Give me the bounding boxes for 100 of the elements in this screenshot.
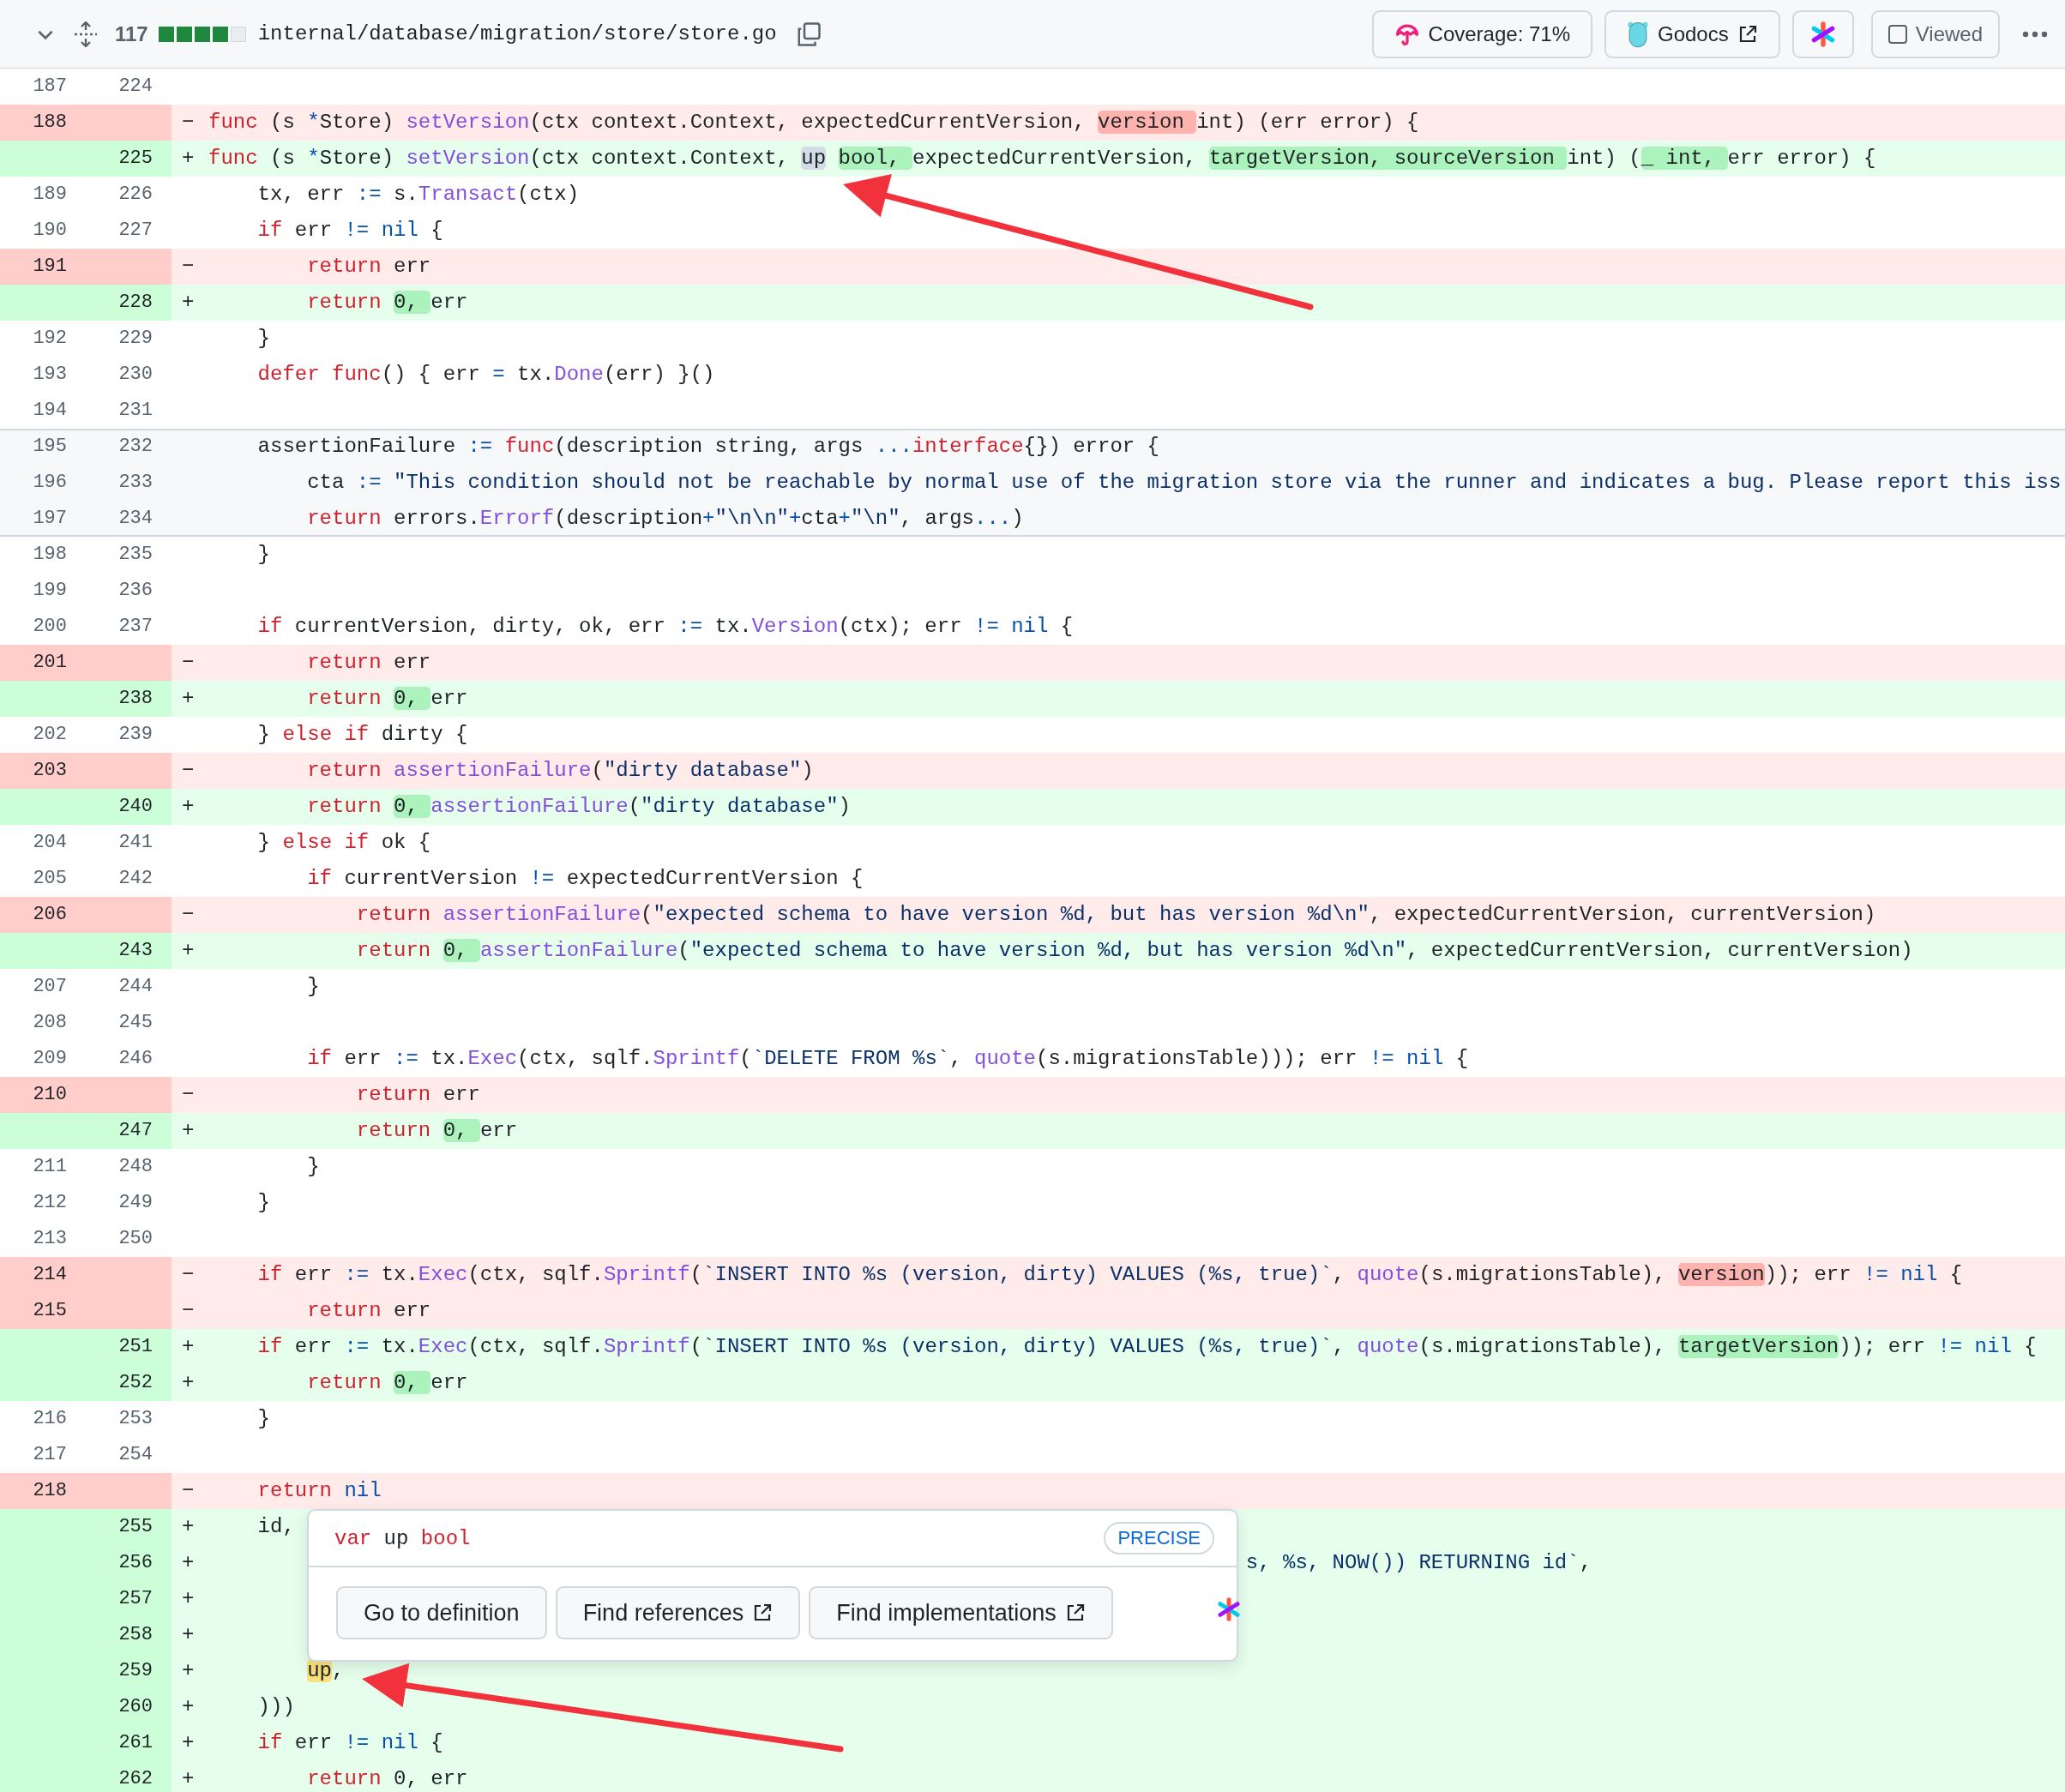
- code-line: func (s *Store) setVersion(ctx context.Context, up bool, expectedCurrentVersion, targetVersion, sourceVersion int) (_ int, err error) {: [208, 146, 1876, 171]
- code-line: return errors.Errorf(description+"\n\n"+cta+"\n", args...): [306, 506, 1024, 532]
- line-number: 210: [32, 1083, 68, 1107]
- line-number: 239: [117, 723, 154, 747]
- line-number: 256: [117, 1551, 154, 1575]
- code-line: if err := tx.Exec(ctx, sqlf.Sprintf(`DELETE FROM %s`, quote(s.migrationsTable))); err != nil {: [306, 1046, 1469, 1072]
- line-number: 208: [32, 1011, 68, 1035]
- diff-sign: −: [181, 902, 196, 928]
- diff-sign: −: [181, 110, 196, 135]
- line-number: 187: [32, 75, 68, 99]
- code-line: }: [306, 1154, 320, 1180]
- diff-sign: +: [181, 938, 196, 964]
- line-number: 228: [117, 291, 154, 315]
- viewed-checkbox[interactable]: [1887, 24, 1907, 44]
- line-number: 250: [117, 1227, 154, 1251]
- diff-sign: +: [181, 146, 196, 171]
- code-line: return 0, err: [306, 290, 468, 316]
- line-number: 191: [32, 255, 68, 279]
- line-number: 231: [117, 399, 154, 423]
- diff-sign: +: [181, 1730, 196, 1756]
- godocs-button[interactable]: Godocs: [1604, 9, 1780, 58]
- code-line: }: [256, 1190, 270, 1216]
- diff-sign: +: [181, 1514, 196, 1540]
- action-button[interactable]: Find implementations: [809, 1586, 1113, 1639]
- line-number: 217: [32, 1443, 68, 1467]
- line-number: 212: [32, 1191, 68, 1215]
- code-line: cta := "This condition should not be reachable by normal use of the migration store via the runner and indicates a bug. Please report this iss: [306, 470, 2062, 496]
- line-number: 230: [117, 363, 154, 387]
- line-number: 260: [117, 1695, 154, 1719]
- line-number: 237: [117, 615, 154, 639]
- diff-sign: +: [181, 794, 196, 820]
- precision-badge: PRECISE: [1104, 1522, 1214, 1554]
- line-number: 251: [117, 1335, 154, 1359]
- line-number: 215: [32, 1299, 68, 1323]
- gopher-icon: [1627, 20, 1649, 48]
- coverage-button[interactable]: Coverage: 71%: [1371, 9, 1592, 58]
- line-number: 207: [32, 975, 68, 999]
- diff-sign: −: [181, 254, 196, 280]
- line-number: 225: [117, 147, 154, 171]
- code-line: } else if ok {: [256, 830, 431, 856]
- line-number: 241: [117, 831, 154, 855]
- line-number: 189: [32, 183, 68, 207]
- line-number: 234: [117, 507, 154, 531]
- code-line: }: [256, 542, 270, 568]
- code-line: }: [306, 974, 320, 1000]
- more-icon[interactable]: [2022, 30, 2048, 38]
- line-number: 188: [32, 111, 68, 135]
- viewed-toggle[interactable]: Viewed: [1870, 9, 2000, 58]
- code-line: return err: [355, 1082, 480, 1108]
- line-number: 196: [32, 471, 68, 495]
- code-line: return err: [306, 1298, 431, 1324]
- code-line: return err: [306, 650, 431, 676]
- diff-sign: +: [181, 1694, 196, 1720]
- line-number: 227: [117, 219, 154, 243]
- line-number: 199: [32, 579, 68, 603]
- line-number: 192: [32, 327, 68, 351]
- code-line: id,: [256, 1514, 295, 1540]
- diff-sign: −: [181, 1262, 196, 1288]
- code-line: ))): [256, 1694, 295, 1720]
- line-number: 226: [117, 183, 154, 207]
- diff-sign: +: [181, 1622, 196, 1648]
- line-number: 190: [32, 219, 68, 243]
- diff-sign: +: [181, 686, 196, 712]
- code-line: return err: [306, 254, 431, 280]
- diff-sign: +: [181, 1334, 196, 1360]
- code-line: if err != nil {: [256, 1730, 443, 1756]
- code-line: s, %s, NOW()) RETURNING id`,: [1244, 1550, 1592, 1576]
- line-number: 254: [117, 1443, 154, 1467]
- diff-sign: +: [181, 1550, 196, 1576]
- code-line: return 0, assertionFailure("expected schema to have version %d, but has version %d\n", expectedCurrentVersion, currentVersion): [355, 938, 1913, 964]
- line-number: 209: [32, 1047, 68, 1071]
- line-number: 259: [117, 1659, 154, 1683]
- diff-sign: −: [181, 1478, 196, 1504]
- code-line: func (s *Store) setVersion(ctx context.Context, expectedCurrentVersion, version int) (err error) {: [208, 110, 1419, 135]
- line-number: 248: [117, 1155, 154, 1179]
- line-number: 198: [32, 543, 68, 567]
- action-button[interactable]: Go to definition: [336, 1586, 547, 1639]
- code-line: if err := tx.Exec(ctx, sqlf.Sprintf(`INSERT INTO %s (version, dirty) VALUES (%s, true)`, quote(s.migrationsTable), version)); err != nil {: [256, 1262, 1963, 1288]
- diff-sign: −: [181, 1082, 196, 1108]
- code-line: assertionFailure := func(description string, args ...interface{}) error {: [256, 434, 1160, 460]
- change-count: 117: [115, 21, 148, 46]
- line-number: 214: [32, 1263, 68, 1287]
- line-number: 195: [32, 435, 68, 459]
- line-number: 229: [117, 327, 154, 351]
- extension-button[interactable]: [1791, 9, 1854, 58]
- line-number: 262: [117, 1767, 154, 1791]
- code-line: return 0, err: [355, 1118, 518, 1144]
- line-number: 240: [117, 795, 154, 819]
- line-number: 216: [32, 1407, 68, 1431]
- code-line: } else if dirty {: [256, 722, 468, 748]
- line-number: 211: [32, 1155, 68, 1179]
- code-line: return assertionFailure("expected schema to have version %d, but has version %d\n", expectedCurrentVersion, currentVersion): [355, 902, 1876, 928]
- line-number: 235: [117, 543, 154, 567]
- unfold-icon[interactable]: [74, 21, 98, 47]
- code-line: }: [256, 326, 270, 352]
- action-button[interactable]: Find references: [555, 1586, 801, 1639]
- line-number: 193: [32, 363, 68, 387]
- line-number: 232: [117, 435, 154, 459]
- code-line: if err := tx.Exec(ctx, sqlf.Sprintf(`INSERT INTO %s (version, dirty) VALUES (%s, true)`, quote(s.migrationsTable), targetVersion)); err != nil {: [256, 1334, 2037, 1360]
- type-signature: var up bool: [334, 1526, 472, 1550]
